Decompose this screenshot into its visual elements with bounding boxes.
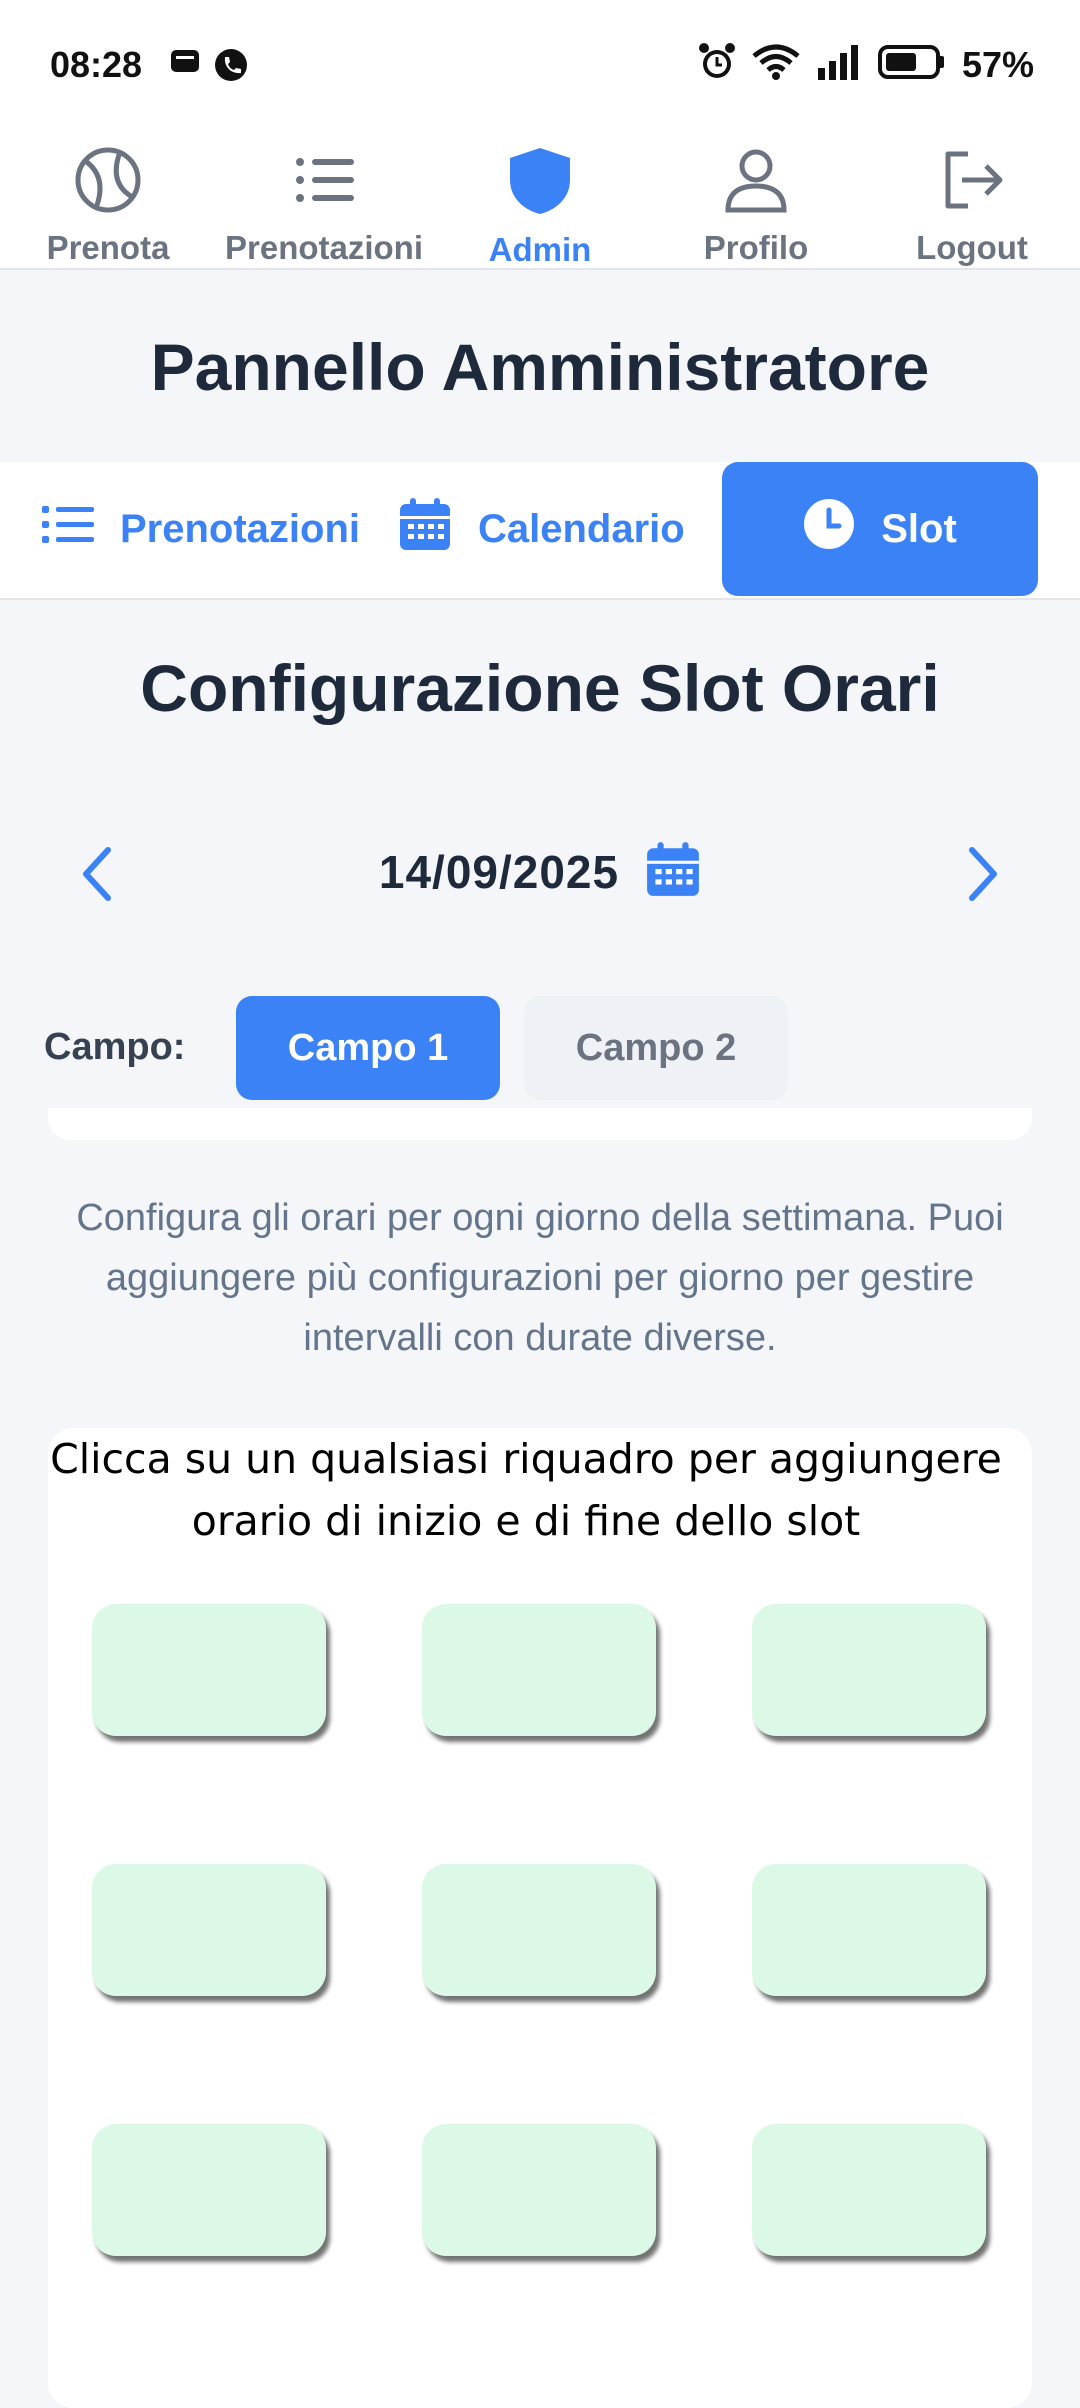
subtab-calendario[interactable]: Calendario [398, 462, 685, 596]
slot-tile[interactable] [752, 2124, 986, 2256]
instruction-overlay: Clicca su un qualsiasi riquadro per aggi… [50, 1435, 1002, 1545]
nav-prenotazioni[interactable]: Prenotazioni [216, 130, 432, 268]
campo-selector: Campo: Campo 1 Campo 2 [0, 996, 1080, 1100]
battery-icon [877, 44, 946, 85]
subtab-calendario-label: Calendario [478, 506, 685, 551]
wifi-icon [752, 44, 800, 85]
shield-icon [506, 146, 574, 221]
battery-percent: 57% [961, 43, 1034, 85]
description-text: Configura gli orari per ogni giorno dell… [76, 1197, 1004, 1359]
slot-tile[interactable] [422, 2124, 656, 2256]
nav-profilo-label: Profilo [703, 229, 809, 266]
status-bar: 08:28 57% [0, 0, 1080, 130]
nav-profilo[interactable]: Profilo [648, 130, 864, 268]
subtab-prenotazioni[interactable]: Prenotazioni [42, 462, 360, 596]
subtab-slot[interactable]: Slot [722, 462, 1038, 596]
alarm-icon [698, 42, 736, 87]
nav-admin[interactable]: Admin [432, 130, 648, 268]
nav-prenota-label: Prenota [46, 229, 170, 266]
slot-tile[interactable] [752, 1864, 986, 1996]
slot-tile[interactable] [752, 1604, 986, 1736]
top-navigation: Prenota Prenotazioni Admin Profilo Logou… [0, 130, 1080, 270]
status-time: 08:28 [50, 44, 143, 85]
campo-1-button[interactable]: Campo 1 [236, 996, 500, 1100]
campo-2-button[interactable]: Campo 2 [524, 996, 788, 1100]
nav-prenota[interactable]: Prenota [0, 130, 216, 268]
logout-icon [938, 146, 1006, 219]
signal-icon [816, 44, 862, 85]
date-navigator: 14/09/2025 [0, 840, 1080, 910]
slot-tile[interactable] [92, 2124, 326, 2256]
nav-logout-label: Logout [916, 229, 1028, 266]
tennis-ball-icon [74, 146, 142, 219]
list-icon [42, 504, 94, 554]
chevron-right-icon[interactable] [966, 846, 1000, 907]
page-title: Pannello Amministratore [150, 330, 930, 404]
subtab-prenotazioni-label: Prenotazioni [120, 506, 361, 551]
campo-label: Campo: [44, 1026, 186, 1068]
clock-icon [803, 498, 855, 560]
card-divider [48, 1108, 1032, 1140]
slot-tile[interactable] [422, 1864, 656, 1996]
user-icon [722, 146, 790, 219]
nav-admin-label: Admin [488, 231, 592, 268]
subtab-slot-label: Slot [881, 506, 957, 551]
slot-tile[interactable] [92, 1604, 326, 1736]
admin-subtabs: Prenotazioni Calendario Slot [0, 462, 1080, 600]
calendar-icon [398, 496, 452, 562]
list-icon [290, 146, 358, 219]
nav-prenotazioni-label: Prenotazioni [224, 229, 424, 266]
sim-card-icon [170, 48, 200, 87]
phone-call-icon [214, 48, 248, 87]
nav-logout[interactable]: Logout [864, 130, 1080, 268]
selected-date[interactable]: 14/09/2025 [379, 845, 619, 899]
slot-tile[interactable] [422, 1604, 656, 1736]
slot-tile[interactable] [92, 1864, 326, 1996]
section-title: Configurazione Slot Orari [140, 651, 940, 725]
calendar-icon[interactable] [645, 840, 701, 903]
